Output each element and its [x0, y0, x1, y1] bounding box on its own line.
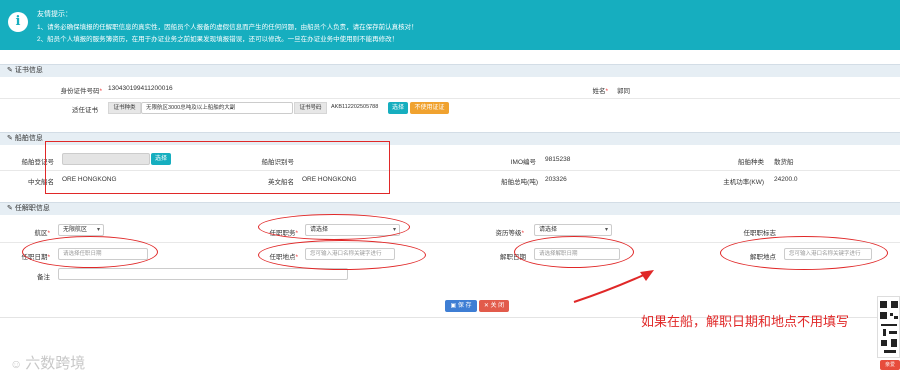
- watermark: ☺ 六数跨境: [10, 355, 86, 372]
- annotation-oval-start-place: [258, 240, 426, 270]
- duty-section-title: 任解职信息: [14, 205, 50, 212]
- edit-icon: ✎: [7, 67, 13, 74]
- save-button[interactable]: ▣ 保 存: [445, 300, 477, 312]
- annotation-arrow-icon: [573, 270, 654, 303]
- name-value: 郭同: [617, 88, 630, 95]
- ship-section-title: 船舶信息: [14, 135, 43, 142]
- info-icon: i: [8, 12, 28, 32]
- gross-tonnage-label: 船舶总吨(吨): [501, 179, 538, 186]
- cert-select-button[interactable]: 选择: [388, 102, 408, 114]
- tip-banner: i 友情提示： 1、请务必确保填报的任解职信息的真实性，因船员个人报备的虚假信息…: [0, 0, 900, 50]
- imo-value: 9815238: [545, 156, 571, 163]
- remark-label: 备注: [37, 274, 50, 281]
- tip-line-1: 1、请务必确保填报的任解职信息的真实性，因船员个人报备的虚假信息而产生的任何问题…: [37, 24, 418, 31]
- logo-icon: ☺: [10, 357, 23, 371]
- ship-type-label: 船舶种类: [738, 159, 764, 166]
- annotation-box-ship-info: [45, 141, 390, 194]
- level-label: 资历等级*: [495, 230, 524, 237]
- engine-power-value: 24200.0: [774, 176, 798, 183]
- cert-section-header: ✎ 证书信息: [0, 64, 900, 77]
- close-icon: ✕: [483, 303, 489, 309]
- qr-label: 亲爱: [880, 360, 900, 370]
- close-button[interactable]: ✕ 关 闭: [479, 300, 509, 312]
- level-select[interactable]: 请选择 ▾: [534, 224, 612, 236]
- save-icon: ▣: [450, 303, 457, 309]
- name-label: 姓名*: [592, 88, 608, 95]
- annotation-oval-start-date: [22, 236, 158, 268]
- remark-input[interactable]: [58, 268, 348, 280]
- id-number-label: 身份证件号码*: [60, 88, 102, 95]
- imo-label: IMO编号: [510, 159, 536, 166]
- cert-not-use-button[interactable]: 不使用证证: [410, 102, 449, 114]
- area-label: 航区*: [34, 230, 50, 237]
- duty-section-header: ✎ 任解职信息: [0, 202, 900, 215]
- annotation-oval-post: [258, 214, 410, 240]
- page: i 友情提示： 1、请务必确保填报的任解职信息的真实性，因船员个人报备的虚假信息…: [0, 0, 900, 382]
- gross-tonnage-value: 203326: [545, 176, 567, 183]
- cert-number-tag: 证书号码: [294, 102, 327, 114]
- tip-line-2: 2、船员个人填报的服务簿资历，在用于办证业务之前如果发现填报错误，还可以修改。一…: [37, 36, 399, 43]
- cert-number-field[interactable]: AKB112202505788: [327, 102, 387, 114]
- cert-type-field[interactable]: 无限航区3000总吨及以上船舶的大副: [141, 102, 293, 114]
- area-select[interactable]: 无限航区 ▾: [58, 224, 104, 236]
- edit-icon: ✎: [7, 205, 13, 212]
- engine-power-label: 主机功率(KW): [723, 179, 764, 186]
- tip-title: 友情提示：: [37, 11, 72, 18]
- annotation-text: 如果在船，解职日期和地点不用填写: [641, 314, 850, 329]
- id-number-value: 130430199411200016: [108, 85, 173, 92]
- chevron-down-icon: ▾: [96, 227, 100, 233]
- cert-section-title: 证书信息: [14, 67, 43, 74]
- annotation-oval-end-place: [720, 236, 888, 270]
- edit-icon: ✎: [7, 135, 13, 142]
- chevron-down-icon: ▾: [604, 227, 608, 233]
- divider: [0, 98, 900, 99]
- qr-code[interactable]: [877, 296, 900, 358]
- ship-type-value: 散货船: [774, 159, 794, 166]
- duty-flag-label: 任职职标志: [743, 230, 777, 237]
- cert-label: 适任证书: [72, 107, 98, 114]
- cert-type-tag: 证书种类: [108, 102, 141, 114]
